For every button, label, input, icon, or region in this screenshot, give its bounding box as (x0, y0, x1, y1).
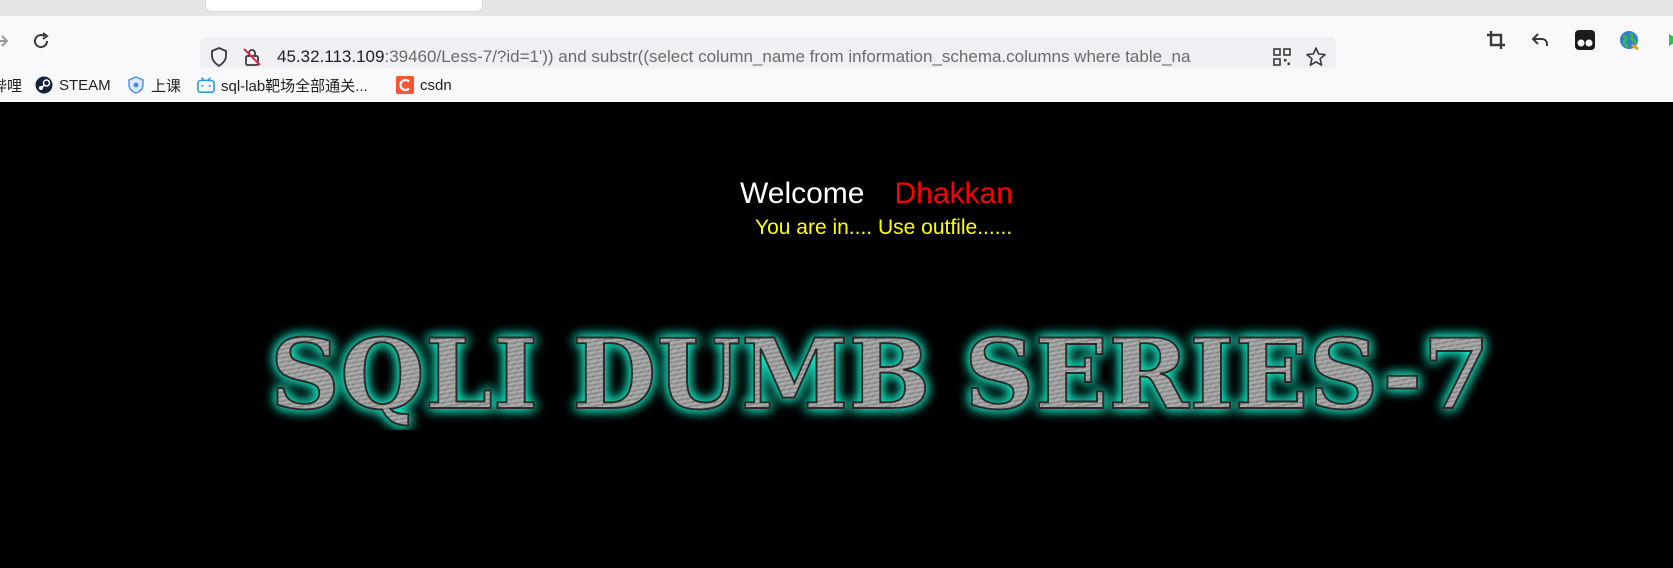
tracking-shield-icon[interactable] (208, 46, 230, 68)
welcome-name: Dhakkan (894, 177, 1013, 210)
shield-badge-icon (127, 76, 145, 94)
bookmark-label: 哔哩 (0, 77, 23, 95)
status-message: You are in.... Use outfile...... (755, 216, 1013, 239)
page-content: Welcome Dhakkan You are in.... Use outfil… (0, 102, 1673, 568)
bookmark-class[interactable]: 上课 (127, 74, 181, 96)
bookmark-star-icon[interactable] (1305, 46, 1327, 68)
bookmark-label: 上课 (151, 77, 182, 95)
undo-icon[interactable] (1527, 27, 1553, 53)
globe-extension-icon[interactable] (1616, 27, 1642, 53)
reload-icon[interactable] (27, 27, 55, 55)
url-path: :39460/Less-7/?id=1')) and substr((selec… (384, 47, 1191, 66)
url-text[interactable]: 45.32.113.109:39460/Less-7/?id=1')) and … (277, 47, 1259, 67)
bookmark-bilibili[interactable]: 哔哩 (0, 74, 22, 96)
tampermonkey-icon[interactable] (1572, 27, 1598, 53)
qr-code-icon[interactable] (1271, 46, 1293, 68)
banner-text: SQLI DUMB SERIES-7 (270, 320, 1490, 430)
active-tab[interactable] (205, 0, 483, 12)
forward-icon[interactable] (0, 27, 16, 55)
steam-icon (35, 76, 53, 94)
tab-strip (0, 0, 1673, 16)
crop-screenshot-icon[interactable] (1483, 27, 1509, 53)
welcome-heading: Welcome Dhakkan (740, 177, 1013, 211)
bilibili-tv-icon (197, 76, 215, 94)
bookmark-csdn[interactable]: csdn (396, 74, 452, 96)
csdn-icon (396, 76, 414, 94)
bookmark-steam[interactable]: STEAM (35, 74, 111, 96)
sqli-dumb-series-banner: SQLI DUMB SERIES-7 (269, 320, 1491, 430)
url-host: 45.32.113.109 (277, 47, 385, 66)
bookmark-label: csdn (420, 76, 452, 94)
green-extension-icon[interactable] (1660, 27, 1673, 53)
bookmark-sql-lab[interactable]: sql-lab靶场全部通关... (197, 74, 368, 96)
insecure-lock-icon[interactable] (241, 46, 263, 68)
welcome-label: Welcome (740, 177, 865, 210)
bookmark-label: STEAM (59, 76, 111, 94)
bookmark-label: sql-lab靶场全部通关... (221, 77, 368, 95)
